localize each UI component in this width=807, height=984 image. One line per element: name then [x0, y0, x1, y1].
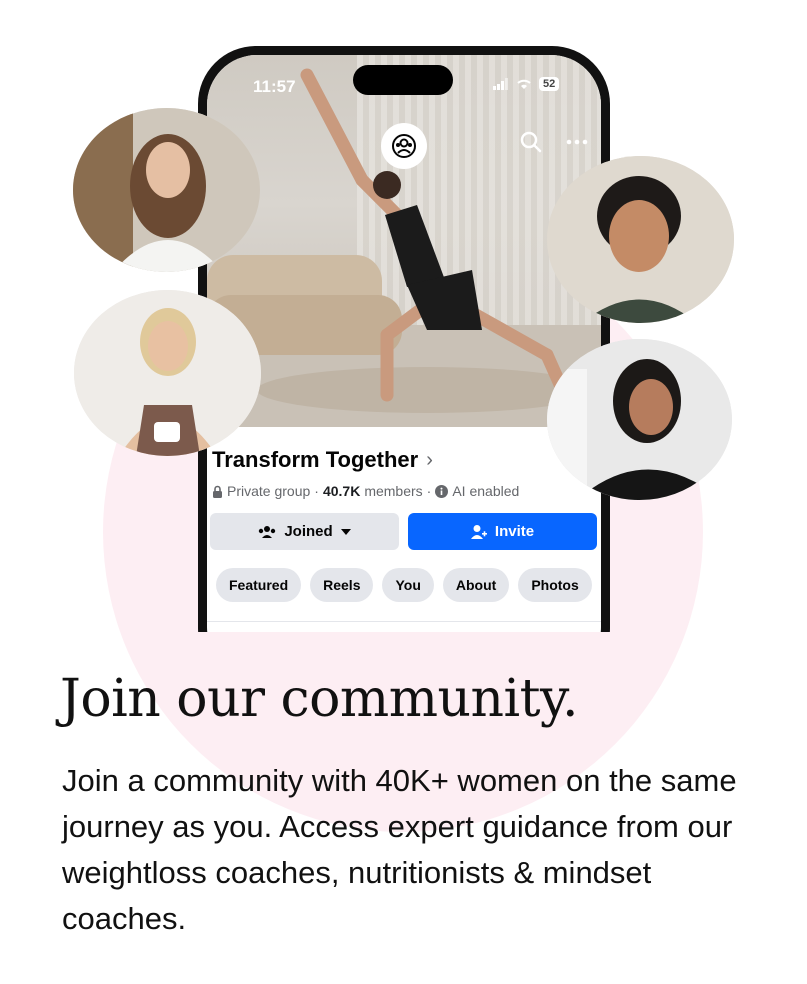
app-preview-area: 11:57 52 Transform Together › Private gr… [0, 0, 807, 632]
joined-label: Joined [284, 523, 333, 540]
wifi-icon [517, 79, 531, 89]
add-person-icon [470, 524, 487, 539]
marketing-body: Join a community with 40K+ women on the … [62, 763, 737, 936]
battery-indicator: 52 [539, 77, 560, 91]
group-tabs: Featured Reels You About Photos [216, 568, 592, 602]
group-actions: Joined Invite [210, 513, 597, 550]
signal-icon [493, 78, 508, 90]
tab-featured[interactable]: Featured [216, 568, 302, 602]
coach-avatar-4 [547, 339, 732, 500]
member-count: 40.7K [322, 483, 361, 499]
members-label: members [364, 483, 423, 499]
tab-photos[interactable]: Photos [518, 568, 592, 602]
lock-icon [213, 485, 222, 498]
invite-label: Invite [494, 523, 535, 540]
ai-enabled-label: AI enabled [452, 483, 520, 499]
tab-about[interactable]: About [442, 568, 510, 602]
group-title: Transform Together [212, 447, 419, 472]
search-button[interactable] [518, 129, 544, 155]
members-icon [259, 525, 276, 538]
group-icon-button[interactable] [381, 123, 427, 169]
meta-separator: · [426, 483, 432, 499]
group-icon [392, 134, 416, 158]
info-icon [435, 484, 449, 498]
search-icon [520, 131, 542, 153]
group-meta: Private group · 40.7K members · AI enabl… [212, 483, 519, 499]
joined-button[interactable]: Joined [210, 513, 399, 550]
invite-button[interactable]: Invite [408, 513, 597, 550]
phone-screen: 11:57 52 Transform Together › Private gr… [207, 55, 601, 632]
status-indicators: 52 [493, 77, 560, 91]
coach-avatar-2 [74, 290, 261, 456]
tab-you[interactable]: You [382, 568, 434, 602]
more-options-button[interactable] [564, 129, 590, 155]
group-title-link[interactable]: Transform Together › [212, 447, 433, 473]
caret-down-icon [340, 528, 351, 535]
more-icon [566, 139, 588, 145]
marketing-headline: Join our community. [60, 669, 579, 729]
phone-frame: 11:57 52 Transform Together › Private gr… [198, 46, 610, 632]
divider [207, 621, 601, 622]
tab-reels[interactable]: Reels [310, 568, 374, 602]
coach-avatar-3 [547, 156, 734, 323]
status-bar: 11:57 52 [207, 55, 601, 111]
chevron-right-icon: › [426, 448, 433, 471]
yoga-figure-illustration [300, 68, 574, 405]
coach-avatar-1 [73, 108, 260, 272]
privacy-label: Private group [227, 483, 311, 499]
status-time: 11:57 [253, 77, 296, 96]
meta-separator: · [314, 483, 319, 499]
dynamic-island [353, 65, 453, 95]
